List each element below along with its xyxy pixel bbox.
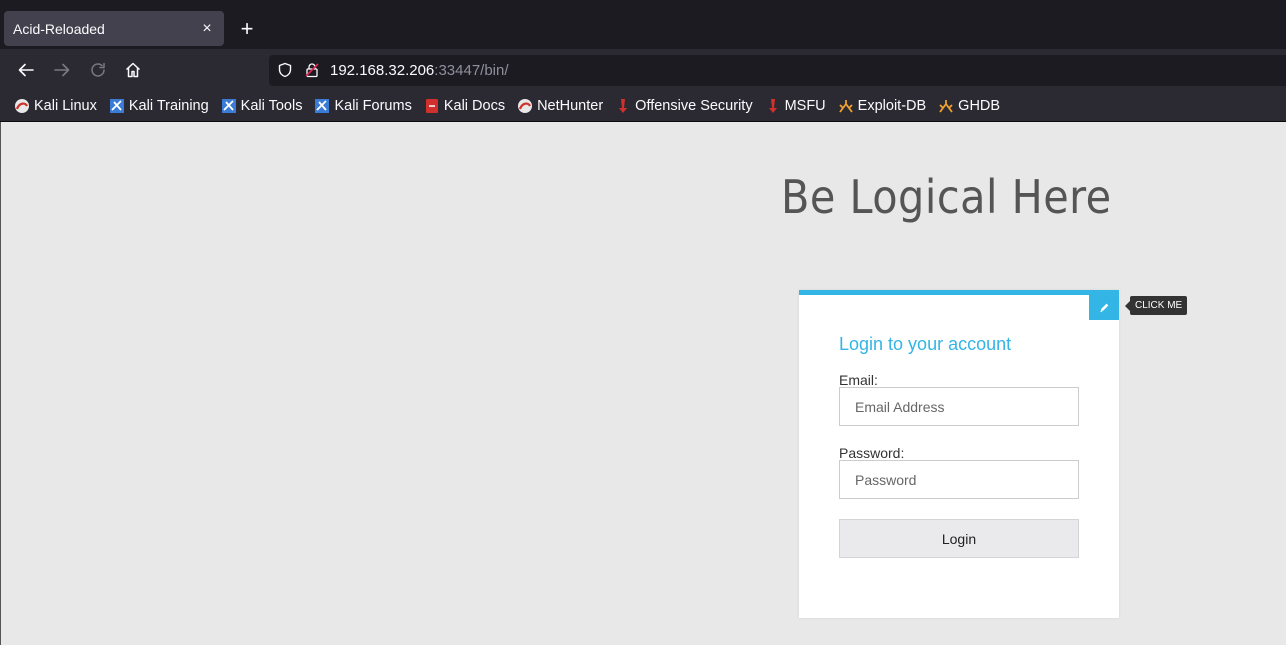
bookmark-kali-docs[interactable]: Kali Docs xyxy=(424,98,505,114)
bookmark-kali-training[interactable]: Kali Training xyxy=(109,98,209,114)
bookmark-label: MSFU xyxy=(784,98,826,114)
forward-button[interactable] xyxy=(49,57,75,83)
close-tab-icon[interactable]: × xyxy=(196,18,218,40)
password-label: Password: xyxy=(839,445,905,461)
tab-strip: Acid-Reloaded × + xyxy=(0,0,1286,49)
bookmark-label: Exploit-DB xyxy=(857,98,927,114)
email-label: Email: xyxy=(839,372,878,388)
bookmark-label: Kali Docs xyxy=(443,98,506,114)
card-toggle-button[interactable] xyxy=(1089,295,1119,320)
tab-title: Acid-Reloaded xyxy=(13,20,105,37)
bookmark-label: Kali Tools xyxy=(240,98,303,114)
kali-dragon-icon xyxy=(14,98,30,114)
login-button[interactable]: Login xyxy=(839,519,1079,558)
ghdb-icon xyxy=(938,98,954,114)
bookmark-kali-tools[interactable]: Kali Tools xyxy=(221,98,303,114)
kali-docs-icon xyxy=(424,98,440,114)
password-field[interactable] xyxy=(839,460,1079,499)
bookmark-exploit-db[interactable]: Exploit-DB xyxy=(838,98,927,114)
url-path: :33447/bin/ xyxy=(434,62,509,79)
bookmark-label: Offensive Security xyxy=(635,98,753,114)
exploit-db-icon xyxy=(838,98,854,114)
back-arrow-icon xyxy=(18,63,34,77)
bookmark-label: Kali Training xyxy=(128,98,209,114)
msfu-icon xyxy=(765,98,781,114)
page-headline: Be Logical Here xyxy=(781,170,1112,224)
bookmark-kali-forums[interactable]: Kali Forums xyxy=(314,98,412,114)
back-button[interactable] xyxy=(13,57,39,83)
bookmark-label: NetHunter xyxy=(537,98,604,114)
bookmark-label: Kali Linux xyxy=(34,98,97,114)
bookmark-offensive-security[interactable]: Offensive Security xyxy=(615,98,753,114)
login-title: Login to your account xyxy=(839,334,1012,354)
bookmarks-toolbar: Kali Linux Kali Training Kali Tools Kali… xyxy=(0,91,1286,122)
url-text[interactable]: 192.168.32.206:33447/bin/ xyxy=(330,62,509,79)
new-tab-button[interactable]: + xyxy=(234,16,260,42)
bookmark-msfu[interactable]: MSFU xyxy=(765,98,826,114)
tracking-protection-shield-icon[interactable] xyxy=(276,61,294,79)
bookmark-label: GHDB xyxy=(958,98,1001,114)
browser-tab[interactable]: Acid-Reloaded × xyxy=(4,11,224,46)
offsec-icon xyxy=(615,98,631,114)
home-button[interactable] xyxy=(120,57,146,83)
kali-tools-icon xyxy=(221,98,237,114)
bookmark-label: Kali Forums xyxy=(334,98,412,114)
reload-icon xyxy=(91,62,105,77)
forward-arrow-icon xyxy=(54,63,70,77)
nethunter-icon xyxy=(517,98,533,114)
url-host: 192.168.32.206 xyxy=(330,62,435,79)
reload-button[interactable] xyxy=(85,57,111,83)
home-icon xyxy=(125,62,141,78)
bookmark-nethunter[interactable]: NetHunter xyxy=(517,98,603,114)
pencil-icon xyxy=(1099,303,1108,313)
kali-forums-icon xyxy=(314,98,330,114)
kali-training-icon xyxy=(109,98,125,114)
bookmark-ghdb[interactable]: GHDB xyxy=(938,98,1000,114)
click-me-tooltip: CLICK ME xyxy=(1124,296,1188,315)
email-field[interactable] xyxy=(839,387,1079,426)
bookmark-kali-linux[interactable]: Kali Linux xyxy=(14,98,97,114)
insecure-lock-icon[interactable] xyxy=(303,61,321,79)
